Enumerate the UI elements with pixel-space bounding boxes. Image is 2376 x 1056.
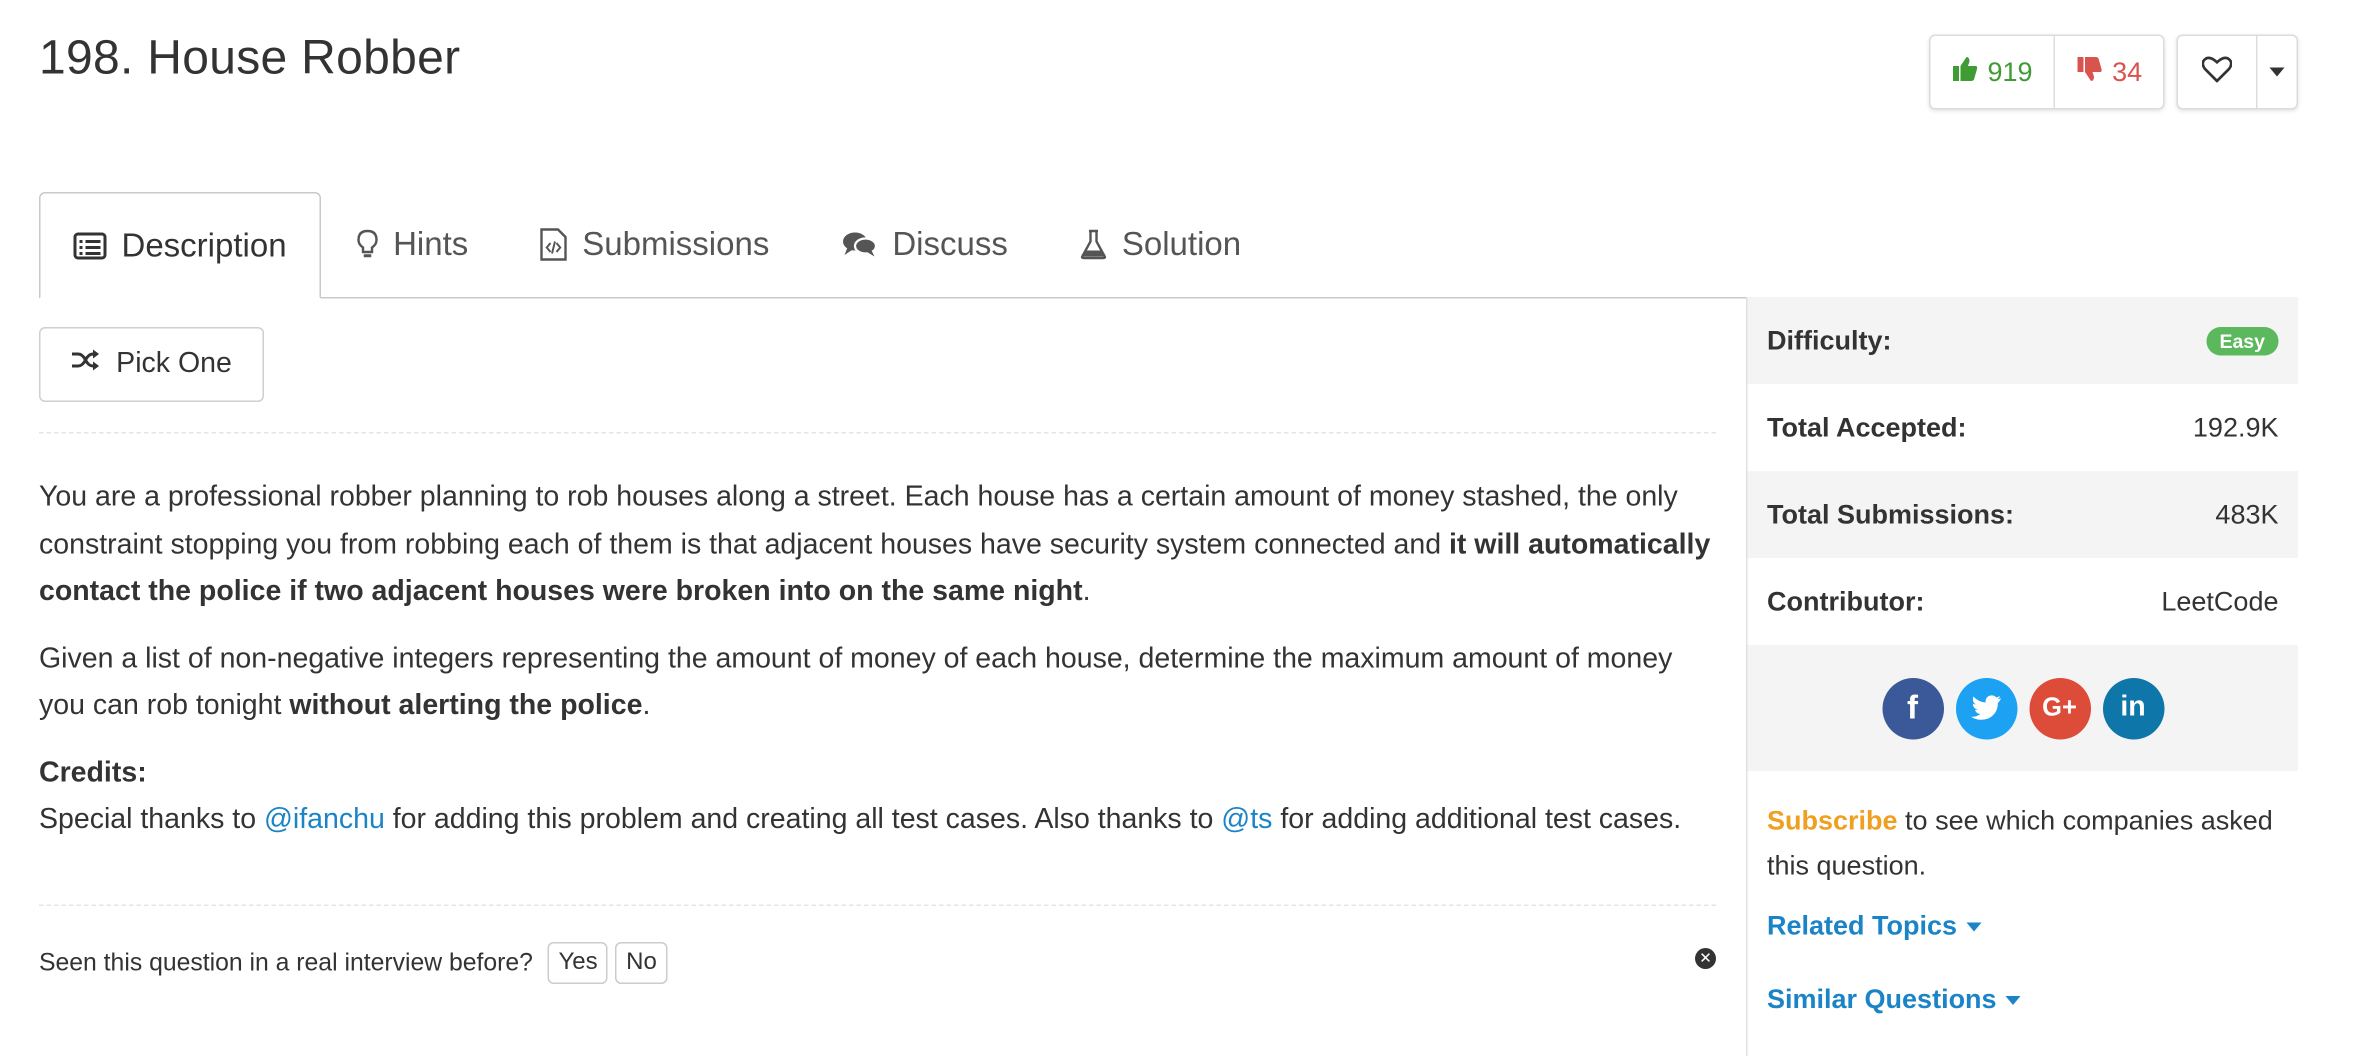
- tab-solution[interactable]: Solution: [1044, 192, 1277, 296]
- social-share: f G+ in: [1747, 645, 2298, 771]
- interview-prompt: Seen this question in a real interview b…: [39, 939, 1716, 987]
- interview-question: Seen this question in a real interview b…: [39, 948, 533, 976]
- submissions-row: Total Submissions: 483K: [1747, 471, 2298, 558]
- accepted-value: 192.9K: [2192, 411, 2279, 442]
- thumbs-down-icon: [2076, 55, 2103, 90]
- tab-description[interactable]: Description: [39, 192, 322, 299]
- user-link-ifanchu[interactable]: @ifanchu: [264, 804, 385, 836]
- list-icon: [73, 231, 107, 259]
- tab-label: Discuss: [892, 224, 1008, 262]
- flask-icon: [1080, 229, 1107, 259]
- problem-description: You are a professional robber planning t…: [39, 474, 1716, 844]
- description-text: .: [642, 690, 651, 722]
- lightbulb-icon: [357, 229, 378, 259]
- tab-label: Solution: [1121, 224, 1242, 262]
- difficulty-badge: Easy: [2205, 326, 2279, 355]
- no-button[interactable]: No: [615, 942, 668, 984]
- related-topics-label: Related Topics: [1767, 910, 1958, 941]
- description-text: Given a list of non-negative integers re…: [39, 642, 1673, 722]
- page-title: 198. House Robber: [39, 30, 461, 84]
- pick-one-label: Pick One: [116, 348, 232, 380]
- tab-label: Submissions: [582, 224, 770, 262]
- google-plus-icon[interactable]: G+: [2028, 677, 2091, 739]
- tab-submissions[interactable]: Submissions: [504, 192, 805, 296]
- facebook-icon[interactable]: f: [1881, 677, 1944, 739]
- upvote-count: 919: [1987, 56, 2033, 87]
- description-paragraph-2: Given a list of non-negative integers re…: [39, 635, 1716, 730]
- credits-text: for adding this problem and creating all…: [384, 804, 1222, 836]
- credits-section: Credits: Special thanks to @ifanchu for …: [39, 749, 1716, 844]
- subscribe-link[interactable]: Subscribe: [1767, 806, 1898, 836]
- tab-label: Hints: [393, 224, 469, 262]
- description-paragraph-1: You are a professional robber planning t…: [39, 474, 1716, 616]
- description-text: .: [1082, 576, 1091, 608]
- user-link-ts[interactable]: @ts: [1221, 804, 1272, 836]
- credits-heading: Credits:: [39, 756, 147, 789]
- caret-down-icon: [1966, 921, 1982, 931]
- problem-tabs: Description Hints Submissions Discuss So…: [39, 192, 2297, 299]
- contributor-row: Contributor: LeetCode: [1748, 558, 2299, 645]
- credits-text: for adding additional test cases.: [1272, 804, 1682, 836]
- tab-hints[interactable]: Hints: [321, 192, 504, 296]
- close-icon[interactable]: ✕: [1695, 948, 1716, 969]
- related-topics-toggle[interactable]: Related Topics: [1748, 911, 2299, 943]
- heart-icon: [2201, 55, 2233, 90]
- twitter-icon[interactable]: [1955, 677, 2017, 739]
- tab-discuss[interactable]: Discuss: [805, 192, 1044, 296]
- thumbs-up-icon: [1952, 55, 1979, 90]
- difficulty-row: Difficulty: Easy: [1747, 297, 2298, 384]
- problem-stats-sidebar: Difficulty: Easy Total Accepted: 192.9K …: [1746, 297, 2298, 1056]
- pick-one-button[interactable]: Pick One: [39, 327, 264, 402]
- shuffle-icon: [71, 348, 101, 381]
- tab-label: Description: [121, 225, 287, 264]
- downvote-button[interactable]: 34: [2055, 36, 2163, 108]
- contributor-label: Contributor:: [1767, 585, 1925, 616]
- file-code-icon: [540, 227, 567, 260]
- difficulty-label: Difficulty:: [1767, 324, 1892, 355]
- submissions-label: Total Submissions:: [1767, 498, 2015, 529]
- favorite-button[interactable]: [2178, 36, 2258, 108]
- caret-down-icon: [2005, 995, 2021, 1005]
- similar-questions-toggle[interactable]: Similar Questions: [1748, 984, 2299, 1016]
- yes-button[interactable]: Yes: [547, 942, 609, 984]
- divider: [39, 904, 1716, 906]
- downvote-count: 34: [2112, 56, 2143, 87]
- caret-down-icon: [2269, 67, 2285, 77]
- accepted-label: Total Accepted:: [1767, 411, 1967, 442]
- vote-group: 919 34: [1929, 34, 2165, 110]
- upvote-button[interactable]: 919: [1931, 36, 2056, 108]
- subscribe-notice: Subscribe to see which companies asked t…: [1748, 771, 2299, 888]
- similar-questions-label: Similar Questions: [1767, 984, 1997, 1014]
- favorite-dropdown-toggle[interactable]: [2258, 36, 2297, 108]
- accepted-row: Total Accepted: 192.9K: [1748, 384, 2299, 471]
- linkedin-icon[interactable]: in: [2102, 677, 2164, 739]
- submissions-value: 483K: [2215, 498, 2279, 529]
- credits-text: Special thanks to: [39, 804, 264, 836]
- divider: [39, 432, 1716, 434]
- comments-icon: [841, 229, 877, 259]
- description-text: You are a professional robber planning t…: [39, 481, 1678, 561]
- contributor-value: LeetCode: [2161, 585, 2279, 616]
- favorite-group: [2176, 34, 2298, 110]
- description-bold-text: without alerting the police: [289, 690, 643, 722]
